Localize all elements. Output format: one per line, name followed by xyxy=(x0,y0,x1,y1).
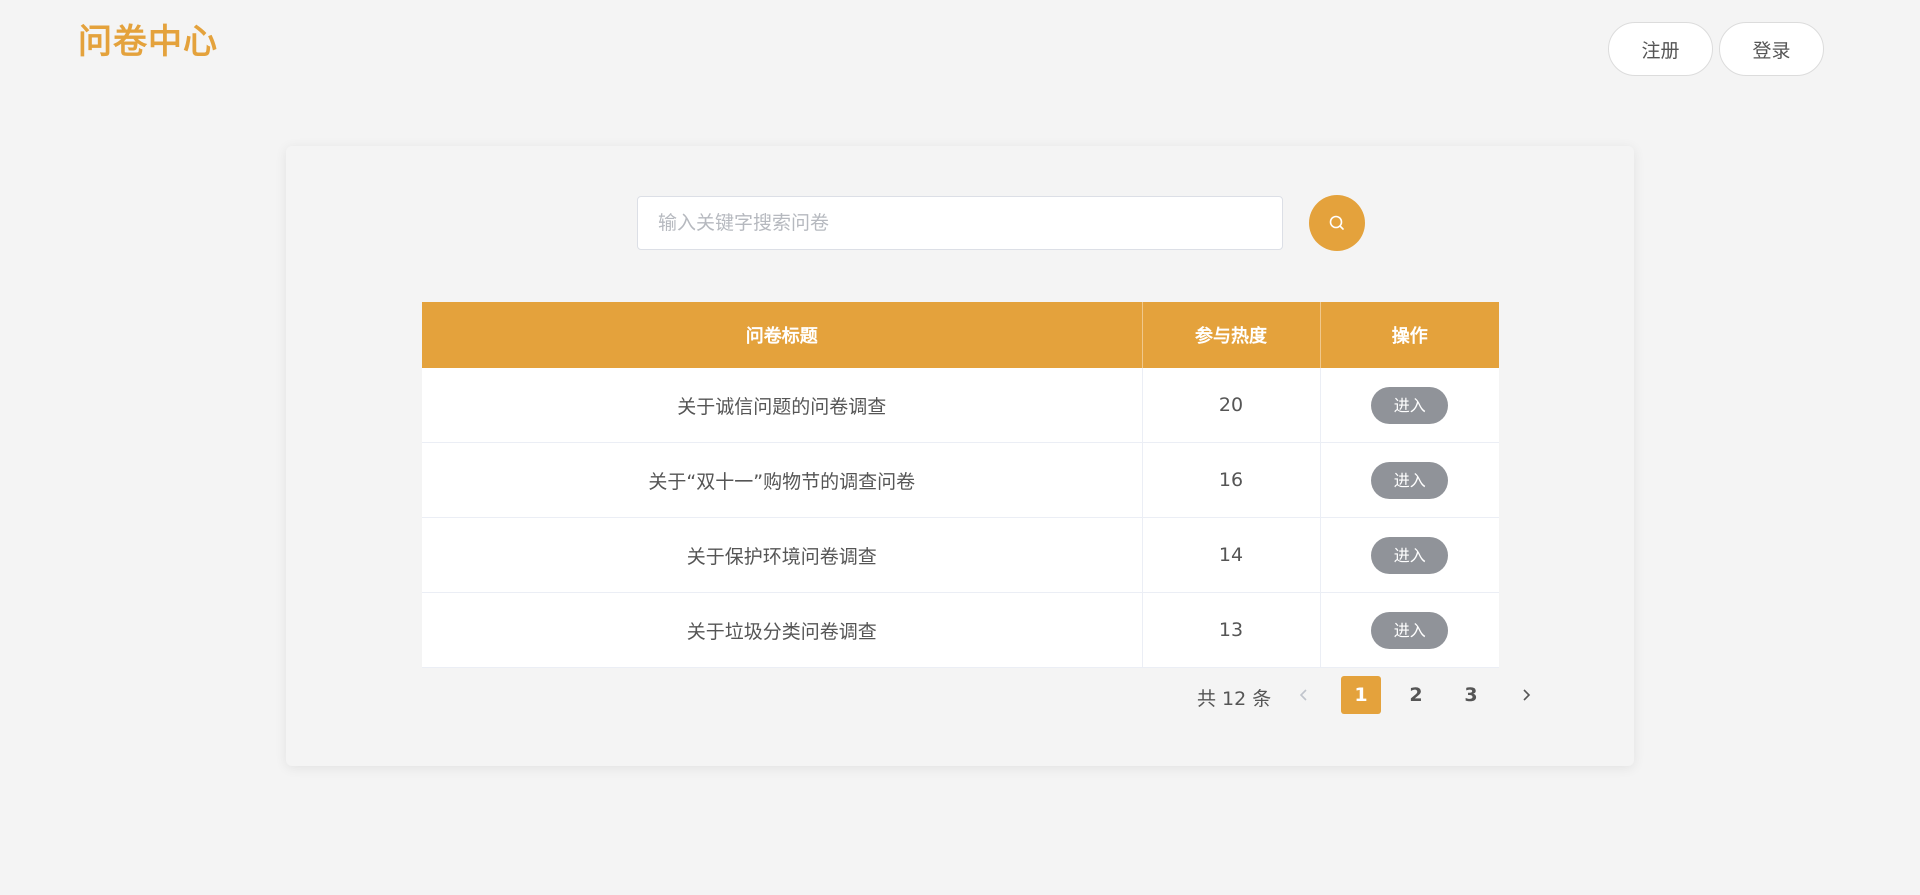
column-header-title[interactable]: 问卷标题 xyxy=(422,302,1143,368)
survey-heat: 20 xyxy=(1142,368,1321,443)
column-header-heat[interactable]: 参与热度 xyxy=(1142,302,1321,368)
chevron-right-icon xyxy=(1523,689,1531,701)
survey-title: 关于诚信问题的问卷调查 xyxy=(422,368,1143,443)
search-button[interactable] xyxy=(1309,195,1365,251)
survey-panel: 问卷标题 参与热度 操作 关于诚信问题的问卷调查 20 进入 关于“双十一”购物… xyxy=(286,146,1634,766)
survey-title: 关于“双十一”购物节的调查问卷 xyxy=(422,442,1143,518)
action-cell: 进入 xyxy=(1320,592,1499,668)
survey-heat: 13 xyxy=(1142,592,1321,668)
action-cell: 进入 xyxy=(1320,442,1499,518)
survey-title: 关于垃圾分类问卷调查 xyxy=(422,592,1143,668)
page-button-1[interactable]: 1 xyxy=(1341,676,1381,714)
enter-button[interactable]: 进入 xyxy=(1371,611,1449,649)
table-row: 关于诚信问题的问卷调查 20 进入 xyxy=(422,368,1499,443)
search-input[interactable] xyxy=(637,196,1283,250)
action-cell: 进入 xyxy=(1320,368,1499,443)
prev-page-button[interactable] xyxy=(1284,676,1324,714)
column-header-action: 操作 xyxy=(1320,302,1499,368)
chevron-left-icon xyxy=(1299,689,1307,701)
pagination-total: 共 12 条 xyxy=(1197,688,1272,710)
survey-table: 问卷标题 参与热度 操作 关于诚信问题的问卷调查 20 进入 关于“双十一”购物… xyxy=(422,302,1499,668)
search-icon xyxy=(1329,215,1344,230)
enter-button[interactable]: 进入 xyxy=(1371,461,1449,499)
table-header-row: 问卷标题 参与热度 操作 xyxy=(422,302,1499,368)
table-row: 关于垃圾分类问卷调查 13 进入 xyxy=(422,592,1499,668)
register-button[interactable]: 注册 xyxy=(1608,22,1713,76)
action-cell: 进入 xyxy=(1320,517,1499,593)
enter-button[interactable]: 进入 xyxy=(1371,386,1449,424)
site-logo: 问卷中心 xyxy=(78,22,218,62)
table-row: 关于保护环境问卷调查 14 进入 xyxy=(422,517,1499,593)
enter-button[interactable]: 进入 xyxy=(1371,536,1449,574)
table-row: 关于“双十一”购物节的调查问卷 16 进入 xyxy=(422,442,1499,518)
survey-heat: 14 xyxy=(1142,517,1321,593)
page-button-2[interactable]: 2 xyxy=(1396,676,1436,714)
login-button[interactable]: 登录 xyxy=(1719,22,1824,76)
survey-heat: 16 xyxy=(1142,442,1321,518)
survey-title: 关于保护环境问卷调查 xyxy=(422,517,1143,593)
page-button-3[interactable]: 3 xyxy=(1451,676,1491,714)
pagination: 共 12 条 1 2 3 xyxy=(286,676,1634,716)
next-page-button[interactable] xyxy=(1506,676,1546,714)
